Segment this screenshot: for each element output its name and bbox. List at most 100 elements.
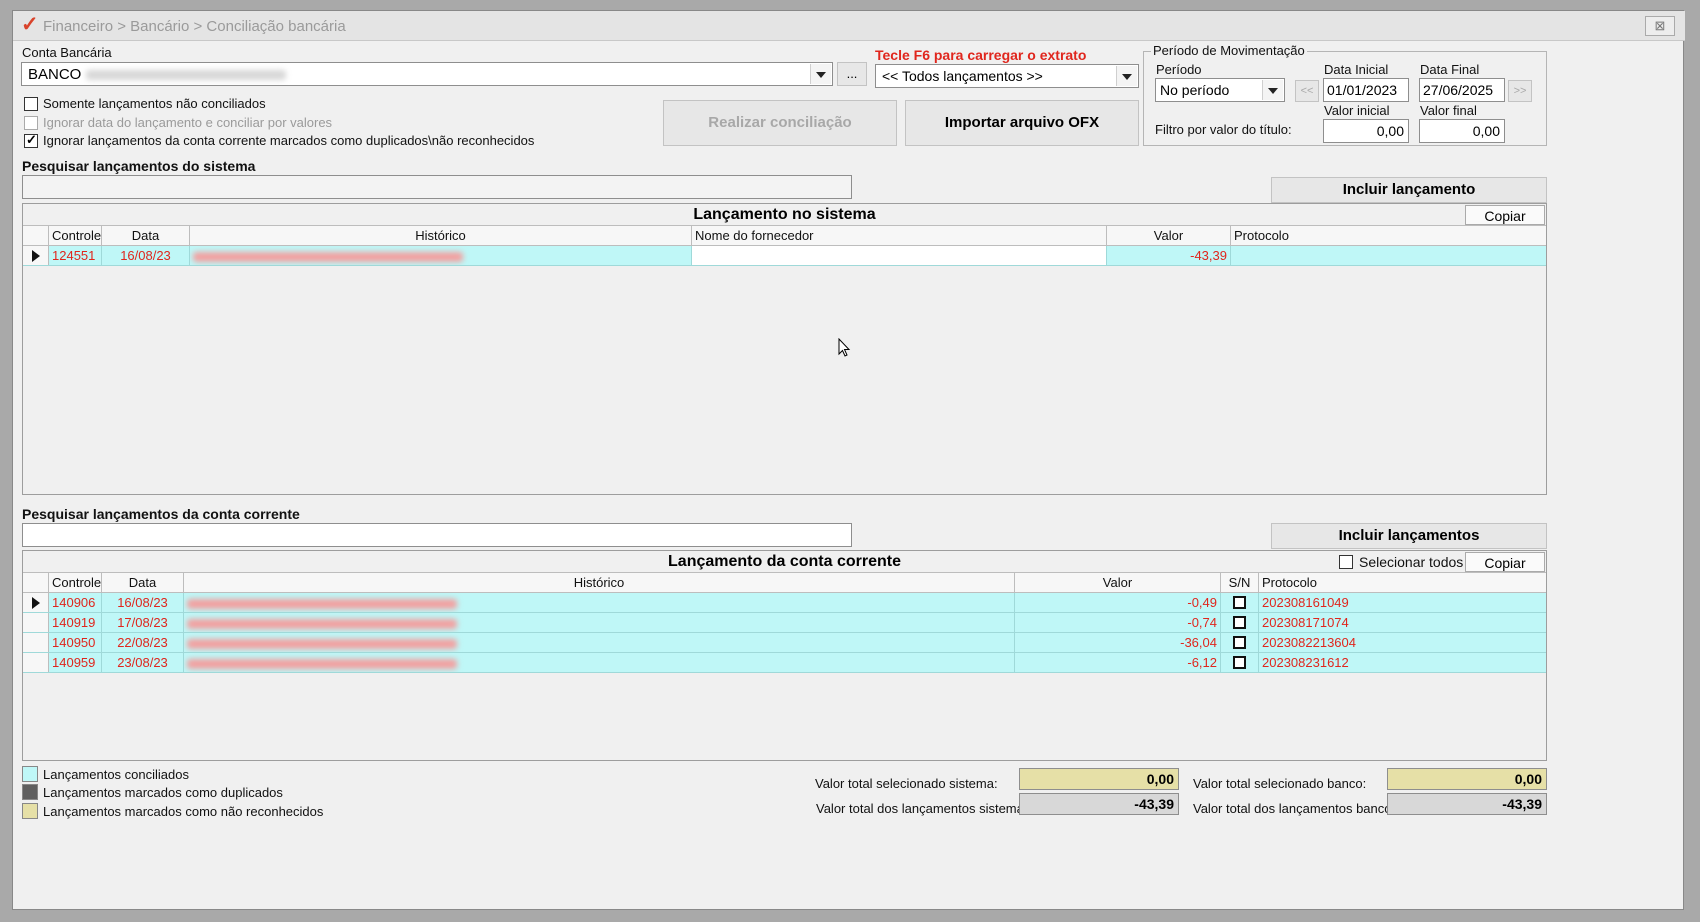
sn-checkbox[interactable] [1233,656,1246,669]
cell-valor: -6,12 [1015,653,1221,672]
blurred-historico [187,658,457,669]
conta-label: Conta Bancária [22,45,112,60]
total-selecionado-banco-label: Valor total selecionado banco: [1193,776,1367,791]
sn-checkbox[interactable] [1233,616,1246,629]
header-protocolo[interactable]: Protocolo [1259,573,1546,592]
conta-corrente-grid-title: Lançamento da conta corrente [23,551,1546,573]
cell-fornecedor [692,246,1107,265]
legend-label-duplicados: Lançamentos marcados como duplicados [43,785,283,800]
incluir-lancamentos-button[interactable]: Incluir lançamentos [1271,523,1547,549]
row-indicator [23,653,49,672]
data-final-label: Data Final [1420,62,1480,77]
total-selecionado-sistema-label: Valor total selecionado sistema: [815,776,998,791]
conta-select[interactable]: BANCO [21,62,833,86]
extrato-select[interactable]: << Todos lançamentos >> [875,64,1139,88]
cell-data: 16/08/23 [102,593,184,612]
incluir-lancamento-button[interactable]: Incluir lançamento [1271,177,1547,203]
selecionar-todos-checkbox[interactable] [1339,555,1353,569]
valor-final-label: Valor final [1420,103,1477,118]
table-row[interactable]: 140906 16/08/23 -0,49 202308161049 [23,593,1546,613]
data-final-field[interactable]: 27/06/2025 [1419,78,1505,102]
close-button[interactable]: ⊠ [1645,16,1675,36]
blurred-historico [193,251,463,262]
somente-nao-conciliados-checkbox[interactable] [24,97,38,111]
sistema-header-row: Controle Data Histórico Nome do forneced… [23,226,1546,246]
table-row[interactable]: 140950 22/08/23 -36,04 2023082213604 [23,633,1546,653]
table-row[interactable]: 140959 23/08/23 -6,12 202308231612 [23,653,1546,673]
periodo-group-title: Período de Movimentação [1151,43,1307,58]
sistema-grid-title: Lançamento no sistema [23,204,1546,226]
total-lancamentos-sistema-value: -43,39 [1019,793,1179,815]
ignorar-data-label: Ignorar data do lançamento e conciliar p… [43,115,333,130]
conta-value: BANCO [28,66,286,83]
header-protocolo[interactable]: Protocolo [1231,226,1546,245]
cell-sn [1221,653,1259,672]
conta-browse-button[interactable]: ... [837,62,867,86]
periodo-select[interactable]: No período [1155,78,1285,102]
ignorar-data-checkbox[interactable] [24,116,38,130]
cell-historico [184,613,1015,632]
cell-protocolo: 202308161049 [1262,595,1349,610]
cell-historico [184,653,1015,672]
valor-final-field[interactable]: 0,00 [1419,119,1505,143]
row-indicator [23,613,49,632]
importar-ofx-button[interactable]: Importar arquivo OFX [905,100,1139,146]
mouse-cursor-icon [838,338,851,357]
conciliacao-window: ✓ Financeiro > Bancário > Conciliação ba… [12,10,1685,910]
legend-swatch-conciliados [22,766,38,782]
cell-data: 17/08/23 [102,613,184,632]
pesquisar-conta-label: Pesquisar lançamentos da conta corrente [22,506,300,522]
periodo-next-button[interactable]: >> [1508,80,1532,102]
ignorar-duplicados-label: Ignorar lançamentos da conta corrente ma… [43,133,535,148]
header-historico[interactable]: Histórico [184,573,1015,592]
title-bar: ✓ Financeiro > Bancário > Conciliação ba… [13,11,1685,41]
blurred-historico [187,618,457,629]
cell-valor: -43,39 [1107,246,1231,265]
header-valor[interactable]: Valor [1107,226,1231,245]
header-controle[interactable]: Controle [49,226,102,245]
cell-data: 23/08/23 [102,653,184,672]
cell-historico [184,633,1015,652]
pesquisar-sistema-label: Pesquisar lançamentos do sistema [22,158,256,174]
sistema-copiar-button[interactable]: Copiar [1465,205,1545,225]
header-data[interactable]: Data [102,226,190,245]
chevron-down-icon[interactable] [1116,66,1137,86]
conta-corrente-copiar-button[interactable]: Copiar [1465,552,1545,572]
valor-inicial-field[interactable]: 0,00 [1323,119,1409,143]
blurred-historico [187,598,457,609]
conta-corrente-header-row: Controle Data Histórico Valor S/N Protoc… [23,573,1546,593]
pesquisar-sistema-input[interactable] [22,175,852,199]
chevron-down-icon[interactable] [1262,80,1283,100]
header-data[interactable]: Data [102,573,184,592]
cell-protocolo: 202308231612 [1262,655,1349,670]
header-sn[interactable]: S/N [1221,573,1259,592]
cell-controle: 140959 [49,653,102,672]
header-valor[interactable]: Valor [1015,573,1221,592]
legend-label-conciliados: Lançamentos conciliados [43,767,189,782]
realizar-conciliacao-button[interactable]: Realizar conciliação [663,100,897,146]
pesquisar-conta-input[interactable] [22,523,852,547]
chevron-down-icon[interactable] [810,64,831,84]
cell-protocolo: 2023082213604 [1262,635,1356,650]
cell-valor: -36,04 [1015,633,1221,652]
sn-checkbox[interactable] [1233,636,1246,649]
header-indicator [23,573,49,592]
cell-sn [1221,633,1259,652]
legend-swatch-nao-reconhecidos [22,803,38,819]
cell-controle: 140906 [49,593,102,612]
data-inicial-field[interactable]: 01/01/2023 [1323,78,1409,102]
cell-data: 16/08/23 [102,246,190,265]
periodo-prev-button[interactable]: << [1295,80,1319,102]
cell-controle: 140950 [49,633,102,652]
table-row[interactable]: 124551 16/08/23 -43,39 [23,246,1546,266]
header-controle[interactable]: Controle [49,573,102,592]
cell-controle: 124551 [49,246,102,265]
header-historico[interactable]: Histórico [190,226,692,245]
header-fornecedor[interactable]: Nome do fornecedor [692,226,1107,245]
ignorar-duplicados-checkbox[interactable] [24,132,38,148]
sn-checkbox[interactable] [1233,596,1246,609]
table-row[interactable]: 140919 17/08/23 -0,74 202308171074 [23,613,1546,633]
cell-historico [190,246,692,265]
blurred-account-name [85,70,286,81]
conta-corrente-grid: Lançamento da conta corrente Selecionar … [22,550,1547,761]
